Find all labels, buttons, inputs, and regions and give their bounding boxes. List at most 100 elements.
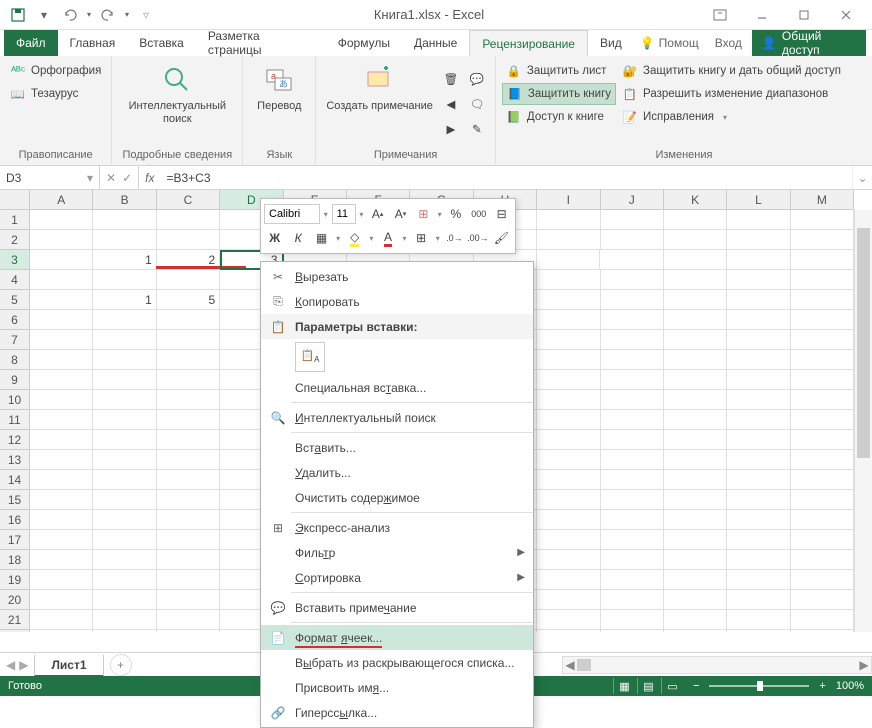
ctx-sort[interactable]: Сортировка▶ xyxy=(261,565,533,590)
cell[interactable] xyxy=(791,230,854,250)
new-comment-button[interactable]: Создать примечание xyxy=(322,60,437,147)
cell[interactable] xyxy=(157,330,220,350)
cell[interactable] xyxy=(30,470,93,490)
cell[interactable] xyxy=(601,330,664,350)
cell[interactable] xyxy=(727,550,790,570)
paste-default-button[interactable]: 📋A xyxy=(295,342,325,372)
cell[interactable] xyxy=(601,270,664,290)
cell[interactable] xyxy=(791,250,854,270)
cell[interactable] xyxy=(727,230,790,250)
cell[interactable] xyxy=(601,290,664,310)
cell[interactable] xyxy=(727,470,790,490)
cell[interactable] xyxy=(157,570,220,590)
cell[interactable] xyxy=(30,210,93,230)
tell-me-button[interactable]: 💡Помощ xyxy=(634,36,705,50)
cell[interactable] xyxy=(157,230,220,250)
row-header[interactable]: 4 xyxy=(0,270,30,290)
cell[interactable] xyxy=(157,530,220,550)
tab-formulas[interactable]: Формулы xyxy=(326,30,402,56)
cell[interactable] xyxy=(537,310,600,330)
cell[interactable] xyxy=(601,570,664,590)
cell[interactable] xyxy=(727,610,790,630)
redo-button[interactable] xyxy=(96,3,120,27)
cell[interactable] xyxy=(30,290,93,310)
cell[interactable] xyxy=(664,270,727,290)
cell[interactable] xyxy=(93,230,156,250)
cell[interactable] xyxy=(791,490,854,510)
cell[interactable] xyxy=(537,490,600,510)
cancel-formula-button[interactable]: ✕ xyxy=(106,171,116,185)
cell[interactable]: 1 xyxy=(93,290,156,310)
cell[interactable] xyxy=(791,450,854,470)
row-header[interactable]: 7 xyxy=(0,330,30,350)
row-header[interactable]: 8 xyxy=(0,350,30,370)
ctx-insert[interactable]: Вставить... xyxy=(261,435,533,460)
cell[interactable] xyxy=(537,230,600,250)
enter-formula-button[interactable]: ✓ xyxy=(122,171,132,185)
cell[interactable] xyxy=(791,570,854,590)
cell[interactable] xyxy=(157,350,220,370)
cell[interactable] xyxy=(30,310,93,330)
protect-and-share-button[interactable]: 🔐Защитить книгу и дать общий доступ xyxy=(618,60,845,82)
cell[interactable] xyxy=(157,550,220,570)
cell[interactable] xyxy=(93,490,156,510)
fill-color-button[interactable]: ◇ xyxy=(344,227,365,249)
cell[interactable] xyxy=(664,530,727,550)
cell[interactable] xyxy=(537,210,600,230)
protect-workbook-button[interactable]: 📘Защитить книгу xyxy=(502,83,616,105)
cell[interactable]: 5 xyxy=(157,290,220,310)
cell[interactable] xyxy=(537,470,600,490)
ctx-filter[interactable]: Фильтр▶ xyxy=(261,540,533,565)
cell[interactable] xyxy=(664,490,727,510)
cell[interactable] xyxy=(30,350,93,370)
cell[interactable] xyxy=(537,510,600,530)
cell[interactable] xyxy=(601,530,664,550)
cell[interactable] xyxy=(727,310,790,330)
cell[interactable] xyxy=(93,530,156,550)
cell[interactable] xyxy=(664,630,727,632)
cell[interactable] xyxy=(93,570,156,590)
cell[interactable] xyxy=(30,490,93,510)
cell[interactable] xyxy=(601,490,664,510)
font-size-input[interactable] xyxy=(332,204,356,224)
cell[interactable] xyxy=(157,610,220,630)
percent-button[interactable]: % xyxy=(445,203,466,225)
formula-expand-button[interactable]: ⌄ xyxy=(852,166,872,189)
scrollbar-thumb[interactable] xyxy=(857,228,870,458)
size-dropdown[interactable]: ▾ xyxy=(358,210,366,219)
smart-lookup-button[interactable]: Интеллектуальный поиск xyxy=(118,60,236,147)
cell[interactable] xyxy=(537,410,600,430)
cell[interactable] xyxy=(727,510,790,530)
row-header[interactable]: 11 xyxy=(0,410,30,430)
cell[interactable] xyxy=(537,290,600,310)
name-box[interactable]: D3▾ xyxy=(0,166,100,189)
cell[interactable] xyxy=(157,270,220,290)
sheet-nav-next[interactable]: ▶ xyxy=(19,658,28,672)
column-header[interactable]: L xyxy=(727,190,790,210)
scrollbar-thumb[interactable] xyxy=(577,659,591,671)
column-header[interactable]: A xyxy=(30,190,93,210)
cell[interactable] xyxy=(93,310,156,330)
ctx-smart-lookup[interactable]: 🔍Интеллектуальный поиск xyxy=(261,405,533,430)
share-button[interactable]: 👤Общий доступ xyxy=(752,30,866,56)
row-header[interactable]: 22 xyxy=(0,630,30,632)
ctx-cut[interactable]: ✂Вырезать xyxy=(261,264,533,289)
tab-file[interactable]: Файл xyxy=(4,30,58,56)
cell[interactable] xyxy=(537,550,600,570)
decrease-decimal-button[interactable]: .00→ xyxy=(467,227,489,249)
cell[interactable] xyxy=(664,370,727,390)
cell[interactable] xyxy=(601,430,664,450)
cell[interactable] xyxy=(537,390,600,410)
cell[interactable] xyxy=(537,250,600,270)
column-header[interactable]: K xyxy=(664,190,727,210)
row-header[interactable]: 1 xyxy=(0,210,30,230)
cell[interactable] xyxy=(157,390,220,410)
cell[interactable] xyxy=(601,450,664,470)
cell[interactable] xyxy=(93,550,156,570)
cell[interactable] xyxy=(791,210,854,230)
cell[interactable] xyxy=(727,450,790,470)
cell[interactable] xyxy=(664,330,727,350)
cell[interactable] xyxy=(664,510,727,530)
cell[interactable] xyxy=(664,410,727,430)
cell[interactable] xyxy=(93,590,156,610)
